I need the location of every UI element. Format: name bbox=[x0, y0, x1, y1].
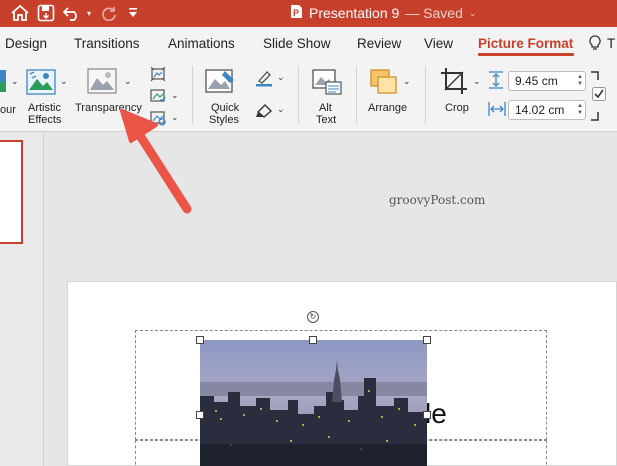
undo-dropdown-chevron-icon[interactable]: ▾ bbox=[84, 3, 94, 23]
watermark: groovyPost.com bbox=[389, 193, 486, 207]
tab-transitions[interactable]: Transitions bbox=[74, 36, 140, 51]
crop-label: Crop bbox=[445, 102, 469, 114]
shape-width-field[interactable]: 14.02 cm ▲ ▼ bbox=[508, 100, 586, 120]
tab-view[interactable]: View bbox=[424, 36, 453, 51]
slide-thumbnail-pane bbox=[0, 133, 44, 466]
artistic-effects-label-line1: Artistic bbox=[28, 102, 61, 114]
alt-text-label-line2: Text bbox=[316, 114, 337, 126]
change-picture-chevron-down-icon[interactable]: ⌄ bbox=[171, 90, 179, 101]
shape-width-stepper-icon[interactable]: ▲ ▼ bbox=[577, 103, 583, 117]
color-chevron-down-icon[interactable]: ⌄ bbox=[11, 76, 19, 87]
redo-icon[interactable] bbox=[100, 3, 120, 23]
shape-height-icon bbox=[488, 71, 504, 94]
rotate-handle-icon[interactable]: ↻ bbox=[307, 311, 319, 323]
transparency-chevron-down-icon: ⌄ bbox=[124, 76, 132, 86]
quick-styles-label-line1: Quick bbox=[211, 102, 240, 114]
shape-height-field[interactable]: 9.45 cm ▲ ▼ bbox=[508, 71, 586, 91]
ribbon-picture-format: ⌄ our ⌄ Artistic Effects ⌄ Transparency … bbox=[0, 60, 617, 132]
svg-text:P: P bbox=[293, 8, 299, 18]
tab-design[interactable]: Design bbox=[5, 36, 47, 51]
transparency-button[interactable]: ⌄ Transparency bbox=[72, 64, 146, 128]
picture-effects-chevron-down-icon[interactable]: ⌄ bbox=[277, 104, 285, 115]
ribbon-separator bbox=[298, 66, 299, 124]
transparency-label: Transparency bbox=[75, 102, 142, 114]
tab-picture-format[interactable]: Picture Format bbox=[478, 36, 573, 51]
powerpoint-file-icon: P bbox=[290, 4, 303, 22]
picture-effects-icon[interactable] bbox=[255, 102, 273, 123]
resize-handle-top-left[interactable] bbox=[196, 336, 204, 344]
arrange-icon[interactable] bbox=[369, 68, 399, 101]
change-picture-icon[interactable] bbox=[150, 88, 166, 109]
shape-height-stepper-icon[interactable]: ▲ ▼ bbox=[577, 74, 583, 88]
save-icon[interactable] bbox=[36, 3, 56, 23]
ribbon-separator bbox=[356, 66, 357, 124]
picture-border-icon[interactable] bbox=[255, 69, 273, 92]
compress-pictures-icon[interactable] bbox=[150, 66, 166, 87]
lock-aspect-ratio-checkbox[interactable] bbox=[592, 87, 606, 106]
picture-border-chevron-down-icon[interactable]: ⌄ bbox=[277, 72, 285, 83]
lightbulb-icon[interactable] bbox=[589, 35, 601, 56]
save-status: — Saved bbox=[405, 5, 463, 21]
undo-icon[interactable] bbox=[62, 3, 82, 23]
crop-icon[interactable] bbox=[439, 66, 469, 101]
reset-picture-icon[interactable] bbox=[150, 110, 166, 131]
artistic-effects-chevron-down-icon[interactable]: ⌄ bbox=[60, 76, 68, 87]
alt-text-icon[interactable] bbox=[312, 68, 342, 101]
reset-picture-chevron-down-icon[interactable]: ⌄ bbox=[171, 112, 179, 123]
city-skyline-picture[interactable] bbox=[200, 340, 427, 466]
color-label: our bbox=[0, 104, 16, 116]
resize-handle-left[interactable] bbox=[196, 411, 204, 419]
arrange-chevron-down-icon[interactable]: ⌄ bbox=[403, 76, 411, 87]
quick-styles-icon[interactable] bbox=[205, 68, 237, 101]
crop-chevron-down-icon[interactable]: ⌄ bbox=[473, 76, 481, 87]
title-bar: ▾ P Presentation 9 — Saved ⌄ bbox=[0, 0, 617, 27]
customize-quick-access-icon[interactable] bbox=[126, 3, 140, 23]
ribbon-separator bbox=[192, 66, 193, 124]
resize-handle-right[interactable] bbox=[423, 411, 431, 419]
quick-styles-label-line2: Styles bbox=[209, 114, 239, 126]
tab-tell-me[interactable]: T bbox=[607, 36, 615, 51]
shape-width-value: 14.02 cm bbox=[515, 103, 565, 117]
artistic-effects-label-line2: Effects bbox=[28, 114, 62, 126]
color-icon[interactable] bbox=[0, 68, 8, 101]
document-title[interactable]: P Presentation 9 — Saved ⌄ bbox=[290, 4, 476, 22]
transparency-icon bbox=[87, 68, 117, 99]
artistic-effects-icon[interactable] bbox=[26, 68, 56, 101]
home-icon[interactable] bbox=[10, 3, 30, 23]
tab-slide-show[interactable]: Slide Show bbox=[263, 36, 331, 51]
tab-review[interactable]: Review bbox=[357, 36, 401, 51]
resize-handle-top[interactable] bbox=[309, 336, 317, 344]
tab-animations[interactable]: Animations bbox=[168, 36, 235, 51]
resize-handle-top-right[interactable] bbox=[423, 336, 431, 344]
ribbon-separator bbox=[425, 66, 426, 124]
arrange-label: Arrange bbox=[368, 102, 408, 114]
shape-height-value: 9.45 cm bbox=[515, 74, 558, 88]
active-tab-underline bbox=[478, 53, 574, 56]
slide-thumbnail[interactable] bbox=[0, 140, 23, 244]
shape-width-icon bbox=[488, 101, 506, 122]
alt-text-label-line1: Alt bbox=[319, 102, 332, 114]
document-name: Presentation 9 bbox=[309, 5, 400, 21]
title-chevron-down-icon: ⌄ bbox=[468, 7, 477, 18]
ribbon-tabs: Design Transitions Animations Slide Show… bbox=[0, 27, 617, 60]
